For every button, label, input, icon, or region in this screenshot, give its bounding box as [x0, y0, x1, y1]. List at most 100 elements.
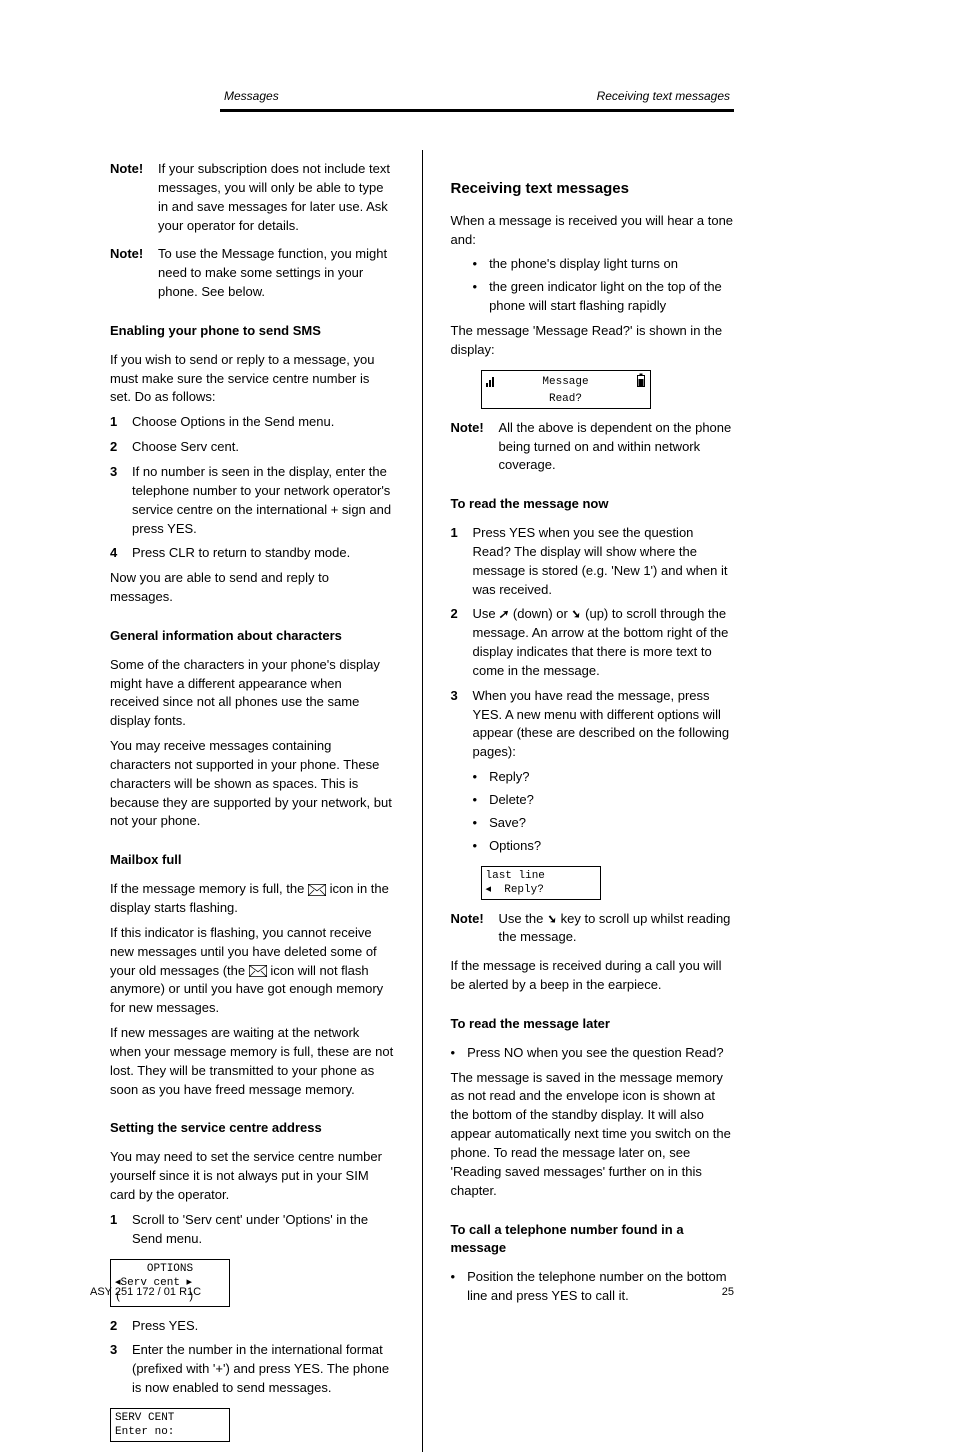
list-item: 2 Press YES.	[110, 1317, 394, 1336]
list-item: 2 Choose Serv cent.	[110, 438, 394, 457]
header-rule	[220, 109, 734, 112]
step-number: 3	[110, 463, 124, 538]
bullet-item: Reply?	[473, 768, 735, 787]
lcd-line: OPTIONS	[115, 1262, 225, 1276]
paragraph: If new messages are waiting at the netwo…	[110, 1024, 394, 1099]
bullet-icon	[473, 837, 484, 856]
paragraph: When a message is received you will hear…	[451, 212, 735, 250]
paragraph: You may need to set the service centre n…	[110, 1148, 394, 1205]
step-number: 2	[451, 605, 465, 680]
list-item: 1 Choose Options in the Send menu.	[110, 413, 394, 432]
heading-mailbox-full: Mailbox full	[110, 851, 394, 870]
text-run: (down) or	[513, 606, 572, 621]
bullet-item: Press NO when you see the question Read?	[451, 1044, 735, 1063]
note-block: Note! If your subscription does not incl…	[110, 160, 394, 235]
page-footer: ASY 251 172 / 01 R1C 25	[90, 1285, 734, 1301]
page-header: Messages Receiving text messages	[220, 88, 734, 112]
step-number: 4	[110, 544, 124, 563]
bullet-item: Options?	[473, 837, 735, 856]
note-block: Note! Use the ➘ key to scroll up whilst …	[451, 910, 735, 948]
step-number: 1	[110, 413, 124, 432]
step-text: Enter the number in the international fo…	[132, 1341, 394, 1398]
paragraph: Some of the characters in your phone's d…	[110, 656, 394, 731]
bullet-text: Delete?	[489, 791, 534, 810]
lcd-line: last line	[486, 869, 596, 883]
note-label: Note!	[110, 160, 148, 235]
column-divider	[422, 150, 423, 1452]
heading-characters: General information about characters	[110, 627, 394, 646]
bullet-icon	[473, 814, 484, 833]
step-text: Use ➚ (down) or ➘ (up) to scroll through…	[473, 605, 735, 680]
note-text: If your subscription does not include te…	[158, 160, 394, 235]
lcd-display-message-read: Message Read?	[481, 370, 651, 409]
heading-set-service-centre: Setting the service centre address	[110, 1119, 394, 1138]
list-item: 3 When you have read the message, press …	[451, 687, 735, 762]
note-text: To use the Message function, you might n…	[158, 245, 394, 302]
bullet-icon	[473, 255, 484, 274]
note-text: All the above is dependent on the phone …	[499, 419, 735, 476]
header-left: Messages	[224, 88, 279, 105]
left-column: Note! If your subscription does not incl…	[110, 150, 394, 1452]
step-text: Choose Serv cent.	[132, 438, 394, 457]
step-text: Press YES when you see the question Read…	[473, 524, 735, 599]
bullet-item: the green indicator light on the top of …	[473, 278, 735, 316]
step-text: Press CLR to return to standby mode.	[132, 544, 394, 563]
list-item: 3 If no number is seen in the display, e…	[110, 463, 394, 538]
footer-doc-id: ASY 251 172 / 01 R1C	[90, 1285, 201, 1301]
paragraph: If this indicator is flashing, you canno…	[110, 924, 394, 1018]
bullet-icon	[473, 278, 484, 316]
lcd-line: ◂ Reply?	[486, 883, 596, 897]
arrow-down-icon: ➚	[498, 606, 511, 623]
bullet-item: Delete?	[473, 791, 735, 810]
note-block: Note! To use the Message function, you m…	[110, 245, 394, 302]
heading-receiving: Receiving text messages	[451, 178, 735, 200]
step-text: Scroll to 'Serv cent' under 'Options' in…	[132, 1211, 394, 1249]
bullet-text: Press NO when you see the question Read?	[467, 1044, 724, 1063]
note-label: Note!	[451, 419, 489, 476]
paragraph: You may receive messages containing char…	[110, 737, 394, 831]
list-item: 4 Press CLR to return to standby mode.	[110, 544, 394, 563]
paragraph: If the message is received during a call…	[451, 957, 735, 995]
step-number: 3	[451, 687, 465, 762]
battery-icon	[636, 373, 646, 392]
step-number: 1	[110, 1211, 124, 1249]
note-label: Note!	[451, 910, 489, 948]
bullet-icon	[473, 768, 484, 787]
step-text: Choose Options in the Send menu.	[132, 413, 394, 432]
text-run: (up) to scroll through the message. An a…	[473, 606, 729, 678]
paragraph: If you wish to send or reply to a messag…	[110, 351, 394, 408]
step-number: 3	[110, 1341, 124, 1398]
lcd-line: Message	[542, 375, 588, 389]
signal-icon	[486, 373, 496, 392]
step-text: If no number is seen in the display, ent…	[132, 463, 394, 538]
paragraph: The message is saved in the message memo…	[451, 1069, 735, 1201]
bullet-item: Save?	[473, 814, 735, 833]
heading-read-later: To read the message later	[451, 1015, 735, 1034]
step-number: 2	[110, 1317, 124, 1336]
lcd-line: Read?	[486, 392, 646, 406]
arrow-up-icon: ➘	[545, 911, 558, 928]
step-text: When you have read the message, press YE…	[473, 687, 735, 762]
list-item: 2 Use ➚ (down) or ➘ (up) to scroll throu…	[451, 605, 735, 680]
lcd-display-reply: last line ◂ Reply?	[481, 866, 601, 900]
header-right: Receiving text messages	[597, 88, 730, 105]
bullet-icon	[473, 791, 484, 810]
step-number: 2	[110, 438, 124, 457]
paragraph: If the message memory is full, the icon …	[110, 880, 394, 918]
text-run: If the message memory is full, the	[110, 881, 308, 896]
note-block: Note! All the above is dependent on the …	[451, 419, 735, 476]
footer-page-number: 25	[722, 1285, 734, 1301]
text-run: Use the	[499, 911, 547, 926]
list-item: 1 Scroll to 'Serv cent' under 'Options' …	[110, 1211, 394, 1249]
paragraph: Now you are able to send and reply to me…	[110, 569, 394, 607]
arrow-up-icon: ➘	[570, 606, 583, 623]
bullet-item: the phone's display light turns on	[473, 255, 735, 274]
text-run: Use	[473, 606, 500, 621]
content: Note! If your subscription does not incl…	[110, 150, 734, 1291]
note-label: Note!	[110, 245, 148, 302]
lcd-line: SERV CENT	[115, 1411, 225, 1425]
right-column: Receiving text messages When a message i…	[451, 150, 735, 1452]
heading-call-number: To call a telephone number found in a me…	[451, 1221, 735, 1259]
note-text: Use the ➘ key to scroll up whilst readin…	[499, 910, 735, 948]
bullet-text: the phone's display light turns on	[489, 255, 678, 274]
